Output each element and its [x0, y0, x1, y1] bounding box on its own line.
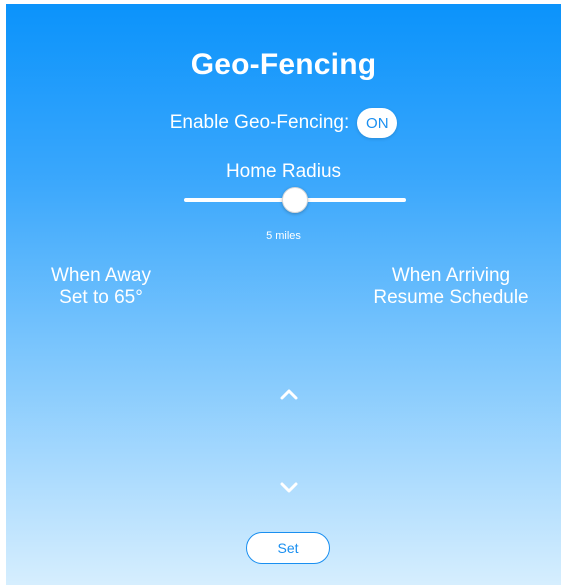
- home-radius-value: 5 miles: [266, 230, 301, 242]
- when-away-section: When Away Set to 65°: [36, 265, 166, 309]
- when-away-title: When Away: [51, 265, 151, 286]
- home-radius-title: Home Radius: [225, 161, 342, 182]
- home-radius-slider-thumb[interactable]: [282, 187, 308, 213]
- when-arriving-section: When Arriving Resume Schedule: [366, 265, 536, 309]
- geofencing-toggle[interactable]: ON: [357, 108, 398, 138]
- when-arriving-title: When Arriving: [391, 265, 511, 286]
- when-arriving-setting: Resume Schedule: [373, 287, 529, 308]
- chevron-down-icon[interactable]: [278, 476, 300, 498]
- page-title: Geo-Fencing: [190, 48, 377, 81]
- enable-geofencing-row: Enable Geo-Fencing: ON: [6, 108, 561, 138]
- chevron-up-icon[interactable]: [278, 384, 300, 406]
- geo-fencing-panel: Geo-Fencing Enable Geo-Fencing: ON Home …: [6, 4, 561, 585]
- enable-geofencing-label: Enable Geo-Fencing:: [169, 112, 350, 133]
- set-button[interactable]: Set: [246, 532, 330, 564]
- when-away-setting: Set to 65°: [59, 287, 143, 308]
